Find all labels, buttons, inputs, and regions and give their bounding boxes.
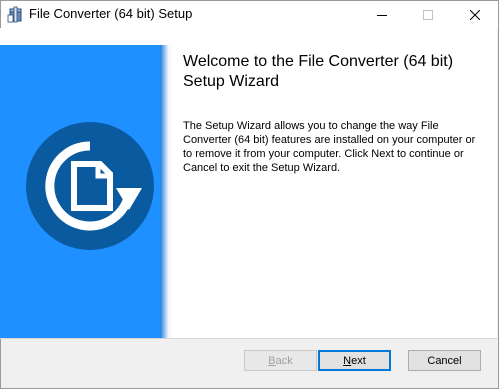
window-title: File Converter (64 bit) Setup bbox=[29, 6, 193, 21]
close-icon bbox=[470, 9, 480, 20]
minimize-icon bbox=[377, 14, 387, 16]
next-label-rest: ext bbox=[351, 354, 366, 367]
footer-divider bbox=[0, 338, 497, 339]
banner-edge bbox=[160, 45, 174, 338]
back-mnemonic: B bbox=[268, 354, 276, 367]
maximize-icon bbox=[423, 9, 433, 20]
file-converter-logo bbox=[26, 122, 154, 250]
back-label-rest: ack bbox=[275, 354, 293, 367]
maximize-button[interactable] bbox=[405, 1, 451, 28]
description-text: The Setup Wizard allows you to change th… bbox=[183, 120, 476, 174]
minimize-button[interactable] bbox=[359, 1, 405, 28]
header-strip bbox=[0, 28, 497, 45]
cancel-button[interactable]: Cancel bbox=[408, 350, 481, 371]
back-button[interactable]: Back bbox=[244, 350, 317, 371]
title-bar[interactable]: File Converter (64 bit) Setup bbox=[1, 1, 498, 28]
close-button[interactable] bbox=[452, 1, 498, 28]
next-mnemonic: N bbox=[343, 354, 352, 367]
next-button[interactable]: Next bbox=[318, 350, 391, 371]
installer-package-icon bbox=[7, 6, 22, 23]
page-title: Welcome to the File Converter (64 bit) S… bbox=[183, 53, 454, 90]
